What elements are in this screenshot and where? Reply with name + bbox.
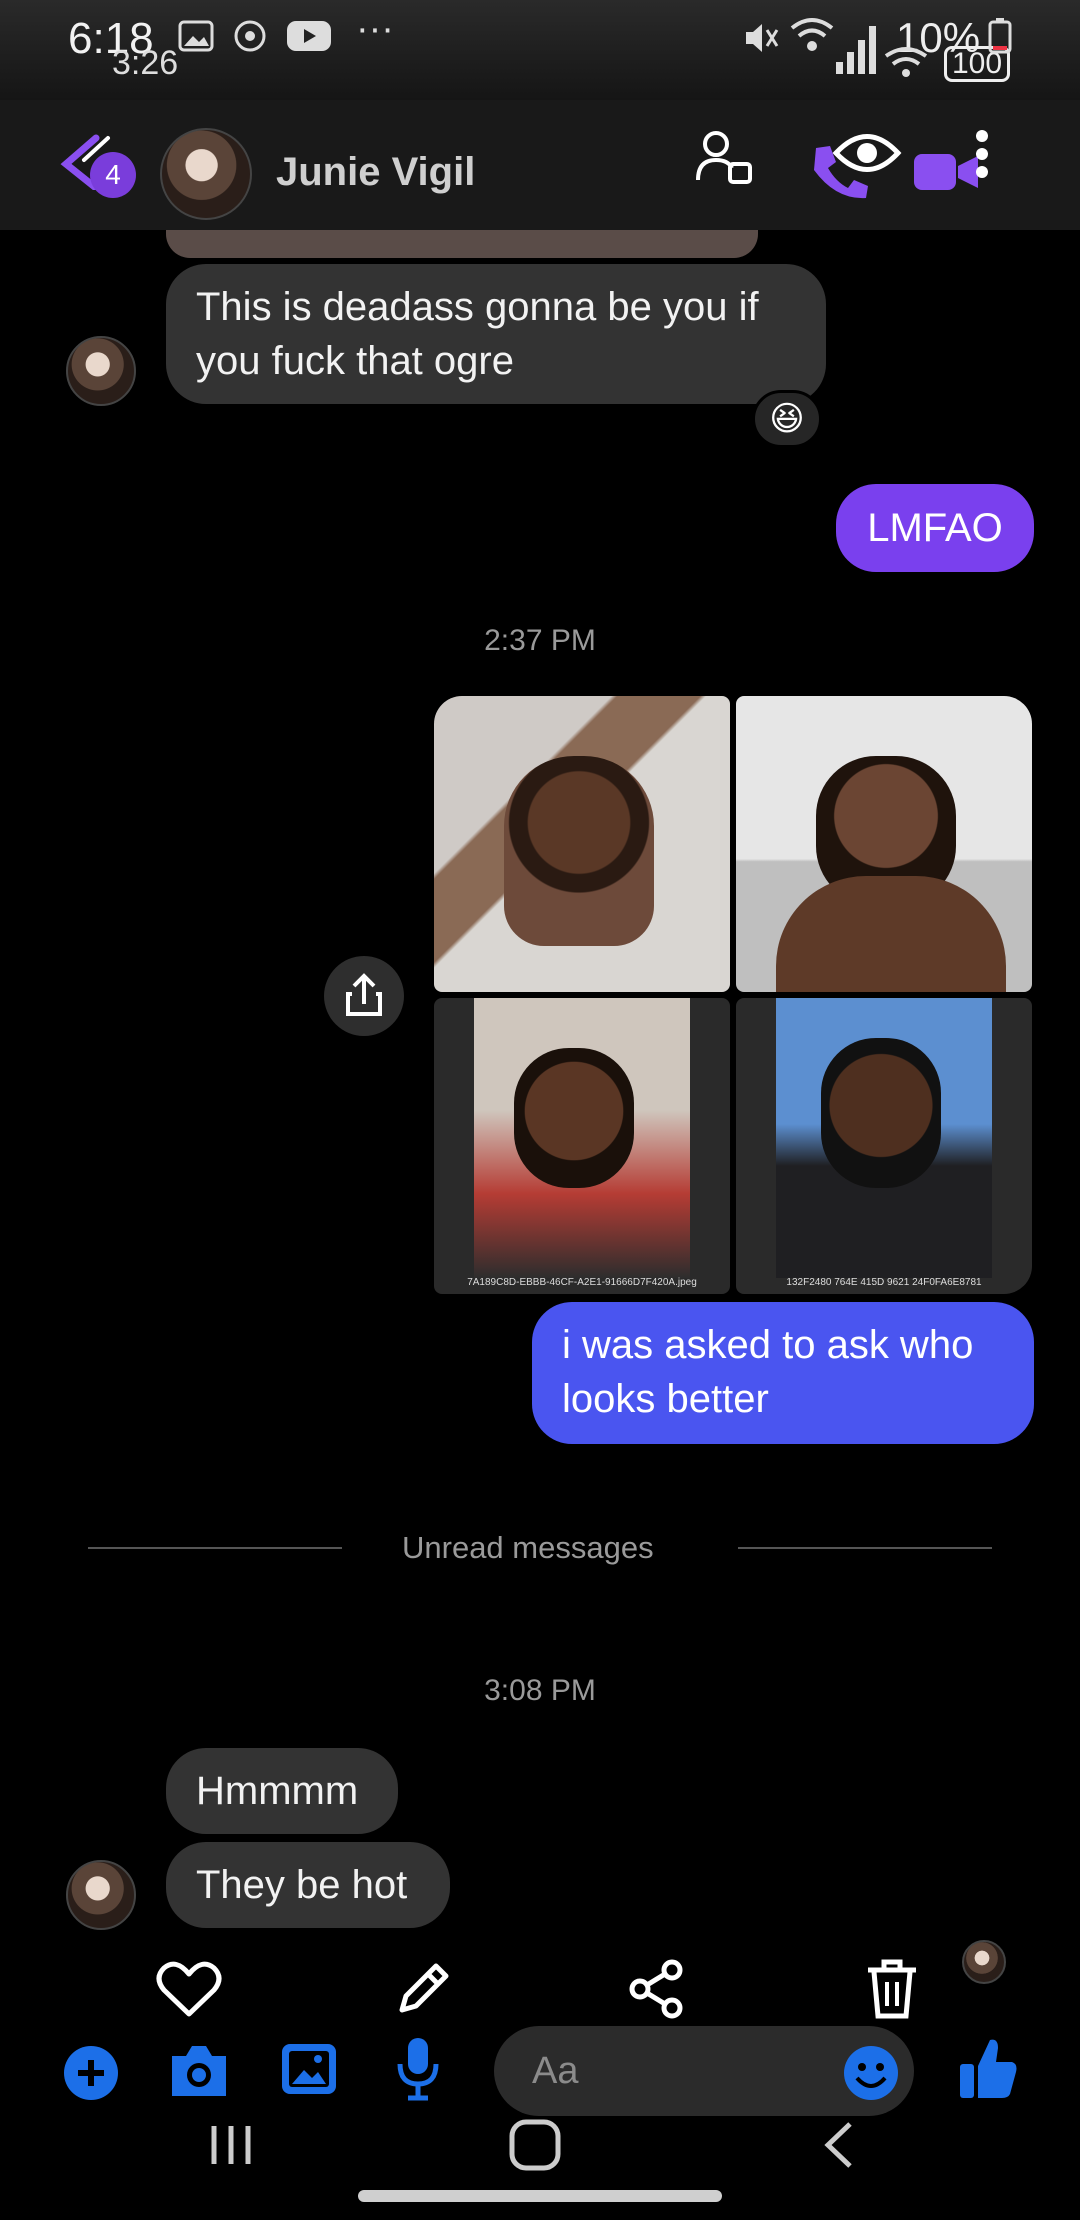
mute-icon — [746, 24, 779, 52]
reaction-badge[interactable]: 😆 — [752, 390, 822, 448]
message-bubble-outgoing[interactable]: LMFAO — [836, 484, 1034, 572]
microphone-icon[interactable] — [396, 2036, 440, 2102]
plus-icon[interactable] — [62, 2044, 120, 2102]
photo-attachment[interactable] — [736, 696, 1032, 992]
timestamp: 2:37 PM — [484, 624, 596, 657]
unread-messages-label: Unread messages — [402, 1530, 654, 1565]
person-icon[interactable] — [694, 128, 754, 188]
contact-avatar[interactable] — [160, 128, 252, 220]
trash-icon[interactable] — [864, 1958, 920, 2020]
sender-avatar[interactable] — [66, 1860, 136, 1930]
photo-attachment[interactable]: 7A189C8D-EBBB-46CF-A2E1-91666D7F420A.jpe… — [434, 998, 730, 1294]
separator-line — [738, 1547, 992, 1549]
battery-icon — [988, 18, 1012, 54]
share-button[interactable] — [324, 956, 404, 1036]
photo-caption: 7A189C8D-EBBB-46CF-A2E1-91666D7F420A.jpe… — [467, 1277, 697, 1288]
image-icon[interactable] — [280, 2042, 338, 2096]
message-bubble-incoming[interactable]: They be hot — [166, 1842, 450, 1928]
gallery-icon — [178, 20, 214, 52]
share-upload-icon — [346, 973, 382, 1016]
back-icon[interactable] — [820, 2120, 856, 2170]
wifi-icon — [790, 18, 834, 51]
wifi-icon-secondary — [884, 47, 928, 77]
contact-name[interactable]: Junie Vigil — [276, 150, 475, 195]
previous-image-fragment[interactable] — [166, 230, 758, 258]
share-icon[interactable] — [626, 1958, 686, 2020]
sync-icon — [234, 20, 266, 52]
separator-line — [88, 1547, 342, 1549]
timestamp: 3:08 PM — [484, 1674, 596, 1707]
signal-icon — [836, 26, 876, 74]
sender-avatar[interactable] — [66, 336, 136, 406]
thumbs-up-icon[interactable] — [958, 2036, 1020, 2102]
gesture-bar — [358, 2190, 722, 2202]
pencil-icon[interactable] — [392, 1958, 454, 2020]
home-icon[interactable] — [508, 2118, 562, 2172]
status-time-secondary: 3:26 — [112, 44, 179, 82]
more-vertical-icon[interactable] — [970, 126, 994, 186]
recents-icon[interactable] — [206, 2120, 256, 2170]
message-input[interactable] — [532, 2044, 832, 2098]
youtube-icon — [287, 21, 331, 51]
photo-caption: 132F2480 764E 415D 9621 24F0FA6E8781 — [786, 1277, 982, 1288]
message-bubble-incoming[interactable]: This is deadass gonna be you if you fuck… — [166, 264, 826, 404]
heart-icon[interactable] — [156, 1960, 222, 2020]
emoji-icon[interactable] — [842, 2044, 900, 2102]
message-bubble-outgoing[interactable]: i was asked to ask who looks better — [532, 1302, 1034, 1444]
status-more-dots: ··· — [356, 8, 394, 50]
photo-attachment[interactable] — [434, 696, 730, 992]
unread-badge: 4 — [90, 152, 136, 198]
eye-icon[interactable] — [832, 126, 902, 180]
camera-icon[interactable] — [166, 2042, 232, 2100]
read-receipt-avatar — [962, 1940, 1006, 1984]
message-bubble-incoming[interactable]: Hmmmm — [166, 1748, 398, 1834]
photo-attachment[interactable]: 132F2480 764E 415D 9621 24F0FA6E8781 — [736, 998, 1032, 1294]
